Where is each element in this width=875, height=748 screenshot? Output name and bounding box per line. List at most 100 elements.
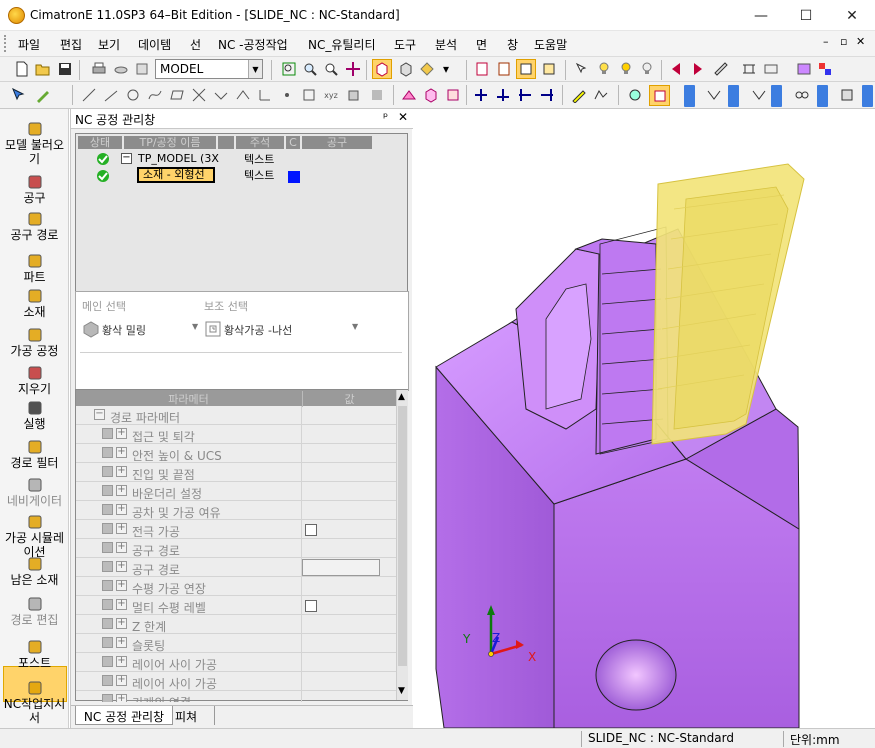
xyz-icon[interactable]: xyz <box>322 86 340 104</box>
panel-close-icon[interactable]: ✕ <box>398 110 408 124</box>
sidebar-item-tool[interactable]: 공구 <box>0 174 69 205</box>
menu-view[interactable]: 보기 <box>98 36 120 53</box>
param-expander[interactable]: − <box>94 409 105 420</box>
param-expander[interactable]: + <box>116 504 127 515</box>
maximize-button[interactable]: ☐ <box>783 0 829 31</box>
box-icon[interactable] <box>300 86 318 104</box>
param-expander[interactable]: + <box>116 637 127 648</box>
param-expander[interactable]: + <box>116 523 127 534</box>
param-expander[interactable]: + <box>116 580 127 591</box>
analyze-3-icon[interactable] <box>793 86 811 104</box>
light-on-icon[interactable] <box>617 60 635 78</box>
param-row[interactable]: + 전극 가공 <box>76 520 396 539</box>
blend-icon[interactable] <box>234 86 252 104</box>
tree-row[interactable]: − TP_MODEL (3X 텍스트 <box>76 151 376 167</box>
param-row[interactable]: + 슬롯팅 <box>76 634 396 653</box>
param-row[interactable]: − 경로 파라메터 <box>76 406 396 425</box>
draw-pen-icon[interactable] <box>34 86 52 104</box>
dimension-icon[interactable] <box>740 60 758 78</box>
dropdown-3-icon[interactable] <box>771 85 782 107</box>
select-mode-icon[interactable] <box>10 86 28 104</box>
sidebar-item-model-load[interactable]: 모델 불러오기 <box>0 121 69 166</box>
pin-icon[interactable]: ᵖ <box>383 110 388 124</box>
sub-select-combo[interactable]: 황삭가공 -나선 ▼ <box>202 318 358 342</box>
sidebar-item-nc-sheet[interactable]: NC작업지시서 <box>0 680 69 725</box>
param-expander[interactable]: + <box>116 599 127 610</box>
menu-face[interactable]: 면 <box>476 36 487 53</box>
filter-4-icon[interactable] <box>540 60 558 78</box>
line2-icon[interactable] <box>102 86 120 104</box>
sidebar-item-procedure[interactable]: 가공 공정 <box>0 327 69 358</box>
group-icon[interactable] <box>368 86 386 104</box>
param-row[interactable]: + 레이어 사이 가공 <box>76 653 396 672</box>
view-dropdown-icon[interactable]: ▾ <box>437 60 455 78</box>
axis-1-icon[interactable] <box>472 86 490 104</box>
sidebar-item-delete[interactable]: 지우기 <box>0 365 69 396</box>
menu-analysis[interactable]: 분석 <box>435 36 457 53</box>
param-expander[interactable]: + <box>116 428 127 439</box>
param-row[interactable]: + 레이어 사이 가공 <box>76 672 396 691</box>
tree-row-name-selected[interactable]: 소재 - 외형선 <box>137 167 215 183</box>
sidebar-item-navigator[interactable]: 네비게이터 <box>0 477 69 508</box>
param-row[interactable]: + Z 한계 <box>76 615 396 634</box>
sidebar-item-execute[interactable]: 실행 <box>0 400 69 431</box>
dropdown-5-icon[interactable] <box>862 85 873 107</box>
offset-icon[interactable] <box>212 86 230 104</box>
menu-edit[interactable]: 편집 <box>60 36 82 53</box>
revolve-icon[interactable] <box>444 86 462 104</box>
param-expander[interactable]: + <box>116 447 127 458</box>
zoom-fit-icon[interactable] <box>301 60 319 78</box>
line-icon[interactable] <box>80 86 98 104</box>
param-row[interactable]: + 진입 및 끝점 <box>76 463 396 482</box>
param-checkbox[interactable] <box>305 600 317 612</box>
menu-nc-utility[interactable]: NC_유틸리티 <box>308 36 376 53</box>
view-orient-icon[interactable] <box>418 60 436 78</box>
param-expander[interactable]: + <box>116 561 127 572</box>
param-row[interactable]: + 바운더리 설정 <box>76 482 396 501</box>
col-c[interactable]: C <box>286 136 300 149</box>
point-icon[interactable] <box>278 86 296 104</box>
main-select-combo[interactable]: 황삭 밀링 ▼ <box>80 318 200 342</box>
display-option-icon[interactable] <box>762 60 780 78</box>
sidebar-item-path-filter[interactable]: 경로 필터 <box>0 439 69 470</box>
param-row[interactable]: + 공구 경로 <box>76 558 396 577</box>
sketch-icon[interactable] <box>570 86 588 104</box>
col-name[interactable]: TP/공정 이름 <box>124 136 216 149</box>
menu-tools[interactable]: 도구 <box>394 36 416 53</box>
sidebar-item-post[interactable]: 포스트 <box>0 639 69 670</box>
open-folder-icon[interactable] <box>34 60 52 78</box>
ucs-icon[interactable] <box>344 86 362 104</box>
filter-3-icon[interactable] <box>516 59 536 79</box>
param-expander[interactable]: + <box>116 485 127 496</box>
mdi-restore-icon[interactable]: ▫ <box>840 35 847 48</box>
light-icon[interactable] <box>595 60 613 78</box>
main-select-arrow-icon[interactable]: ▼ <box>192 322 198 331</box>
collapse-icon[interactable]: − <box>121 153 132 164</box>
param-row[interactable]: + 수평 가공 연장 <box>76 577 396 596</box>
analyze-4-icon[interactable] <box>838 86 856 104</box>
tab-nc-manager[interactable]: NC 공정 관리창 <box>75 706 173 725</box>
minimize-button[interactable]: — <box>738 0 784 31</box>
extrude-icon[interactable] <box>422 86 440 104</box>
col-comment[interactable]: 주석 <box>236 136 284 149</box>
param-value-field[interactable] <box>302 559 380 576</box>
pick-icon[interactable] <box>573 60 591 78</box>
param-expander[interactable]: + <box>116 542 127 553</box>
sub-select-arrow-icon[interactable]: ▼ <box>352 322 358 331</box>
sidebar-item-remaining-stock[interactable]: 남은 소재 <box>0 556 69 587</box>
save-icon[interactable] <box>56 60 74 78</box>
filter-1-icon[interactable] <box>473 60 491 78</box>
mdi-minimize-icon[interactable]: – <box>823 35 829 48</box>
analyze-1-icon[interactable] <box>705 86 723 104</box>
param-checkbox[interactable] <box>305 524 317 536</box>
param-expander[interactable]: + <box>116 618 127 629</box>
dropdown-1-icon[interactable] <box>684 85 695 107</box>
axis-2-icon[interactable] <box>494 86 512 104</box>
param-row[interactable]: + 공차 및 가공 여유 <box>76 501 396 520</box>
filter-2-icon[interactable] <box>495 60 513 78</box>
measure-icon[interactable] <box>712 60 730 78</box>
new-file-icon[interactable] <box>13 60 31 78</box>
mdi-close-icon[interactable]: ✕ <box>856 35 865 48</box>
param-expander[interactable]: + <box>116 694 127 702</box>
zoom-window-icon[interactable] <box>280 60 298 78</box>
